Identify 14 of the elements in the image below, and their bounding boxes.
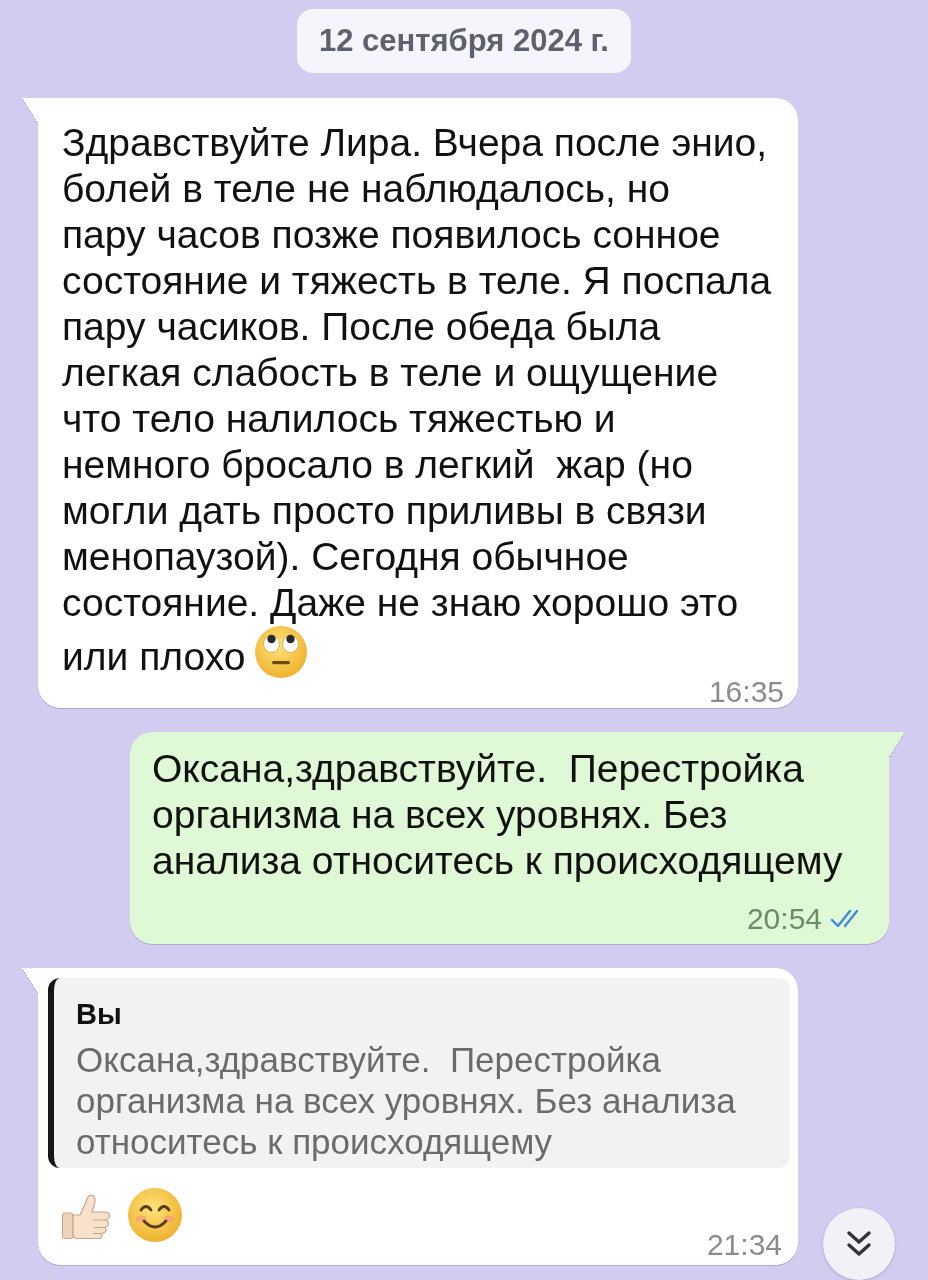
thumbs-up-icon: [62, 1191, 110, 1239]
message-text: Оксана,здравствуйте. Перестройка организма на всех уровнях. Без анализа относитесь к происходящему: [152, 747, 843, 882]
message-time: 16:35: [708, 680, 784, 704]
quoted-message[interactable]: Вы Оксана,здравствуйте. Перестройка организма на всех уровнях. Без анализа относитесь к происходящему: [48, 978, 790, 1168]
smiling-face-icon: [128, 1188, 182, 1242]
quote-text: Оксана,здравствуйте. Перестройка организма на всех уровнях. Без анализа относитесь к происходящему: [76, 1039, 737, 1162]
date-label: 12 сентября 2024 г.: [297, 9, 631, 73]
message-time: 21:34: [706, 1233, 782, 1257]
scroll-down-button[interactable]: [823, 1208, 895, 1280]
message-time: 20:54: [746, 907, 822, 931]
rolling-eyes-face-icon: [255, 626, 308, 678]
message-text: Здравствуйте Лира. Вчера после энио, болей в теле не наблюдалось, но пару часов позже появилось сонное состояние и тяжесть в теле. Я поспала пару часиков. После обеда была легкая слабость в теле и ощущение что тело налилось тяжестью и немного бросало в легкий жар (но могли дать просто приливы в связи менопаузой). Сегодня обычное состояние. Даже не знаю хорошо это или плохо: [62, 121, 772, 678]
double-chevron-down-icon: [846, 1230, 872, 1258]
quote-author: Вы: [76, 997, 123, 1032]
